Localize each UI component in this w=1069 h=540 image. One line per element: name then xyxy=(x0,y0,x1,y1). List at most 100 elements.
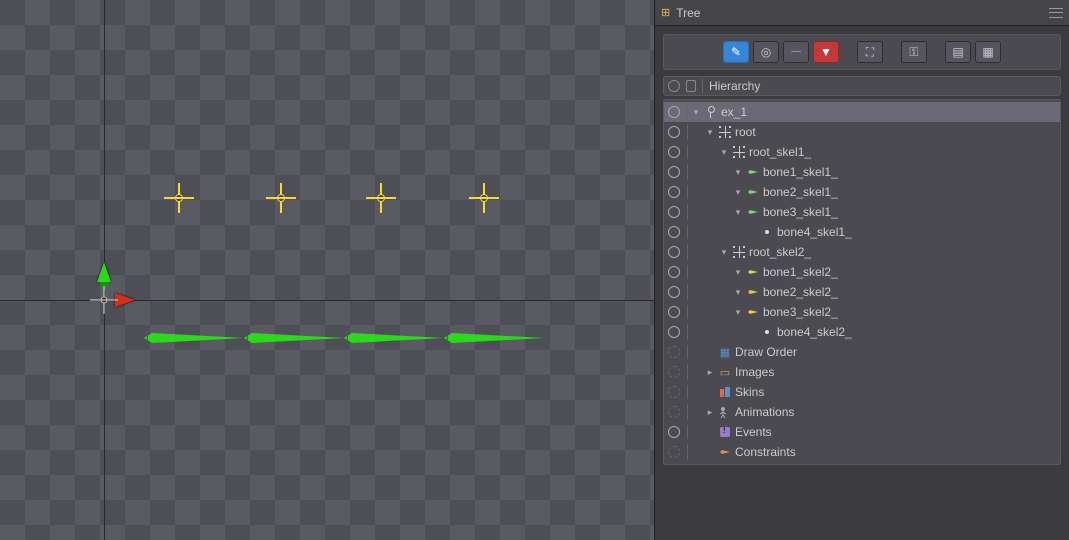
visibility-toggle[interactable] xyxy=(668,426,680,438)
expand-toggle[interactable]: ▾ xyxy=(719,247,729,258)
bone-tip-icon xyxy=(760,225,774,239)
visibility-toggle[interactable] xyxy=(668,146,680,158)
target-icon[interactable]: ◎ xyxy=(753,41,779,63)
axis-horizontal xyxy=(0,300,654,301)
tree-item-label: Draw Order xyxy=(735,345,797,359)
expand-toggle[interactable]: ▸ xyxy=(705,367,715,378)
tree-item[interactable]: ▾ bone2_skel2_ xyxy=(664,282,1060,302)
bone-cross-icon[interactable] xyxy=(164,183,194,213)
visibility-toggle[interactable] xyxy=(668,286,680,298)
bone-tip-icon xyxy=(760,325,774,339)
root-icon xyxy=(718,125,732,139)
tree-item-label: Constraints xyxy=(735,445,796,459)
tree-item-label: root_skel1_ xyxy=(749,145,811,159)
expand-toggle[interactable]: ▸ xyxy=(705,407,715,418)
bone-cross-icon[interactable] xyxy=(366,183,396,213)
expand-toggle[interactable]: ▾ xyxy=(705,127,715,138)
visibility-toggle[interactable] xyxy=(668,266,680,278)
tree-item[interactable]: ▸▭Images xyxy=(664,362,1060,382)
panel-tab-bar: ⊞ Tree xyxy=(655,0,1069,26)
bone-cross-icon[interactable] xyxy=(266,183,296,213)
visibility-toggle[interactable] xyxy=(668,366,680,378)
visibility-toggle[interactable] xyxy=(668,246,680,258)
tree-item-label: bone1_skel1_ xyxy=(763,165,838,179)
expand-toggle[interactable]: ▾ xyxy=(733,287,743,298)
edit-icon[interactable]: ✎ xyxy=(723,41,749,63)
tree-item-label: root xyxy=(735,125,756,139)
expand-toggle[interactable]: ▾ xyxy=(733,307,743,318)
tree-item-label: ex_1 xyxy=(721,105,747,119)
tree-item[interactable]: ▾ root_skel2_ xyxy=(664,242,1060,262)
visibility-toggle[interactable] xyxy=(668,306,680,318)
bone-cross-icon[interactable] xyxy=(469,183,499,213)
tree-item[interactable]: ▾ bone2_skel1_ xyxy=(664,182,1060,202)
tree-panel: ⊞ Tree ✎◎𝄖▼ ⛶ ⚿ ▤▦ Hierarchy ▾ ex_1 ▾ root ▾ roo… xyxy=(654,0,1069,540)
visibility-col-icon[interactable] xyxy=(668,80,680,92)
visibility-toggle[interactable] xyxy=(668,186,680,198)
tree-item[interactable]: ▾ root_skel1_ xyxy=(664,142,1060,162)
tree-item[interactable]: ▾bone3_skel1_ xyxy=(664,202,1060,222)
tree-item-label: Events xyxy=(735,425,772,439)
visibility-toggle[interactable] xyxy=(668,386,680,398)
skins-icon xyxy=(718,385,732,399)
bone-icon xyxy=(746,205,760,219)
visibility-toggle[interactable] xyxy=(668,106,680,118)
bone-icon xyxy=(746,185,760,199)
gizmo-x-icon[interactable] xyxy=(115,293,135,307)
constraints-icon xyxy=(718,445,732,459)
tree-item[interactable]: ▾ ex_1 xyxy=(664,102,1060,122)
visibility-toggle[interactable] xyxy=(668,166,680,178)
tree-item[interactable]: ▾ bone1_skel1_ xyxy=(664,162,1060,182)
tree-item[interactable]: ▸ Animations xyxy=(664,402,1060,422)
panel-title[interactable]: Tree xyxy=(676,6,700,20)
bone-icon xyxy=(746,165,760,179)
tree-item[interactable]: Skins xyxy=(664,382,1060,402)
gizmo-y-base-icon xyxy=(99,282,109,292)
tree-item[interactable]: bone4_skel1_ xyxy=(664,222,1060,242)
filter-icon[interactable]: ▼ xyxy=(813,41,839,63)
expand-toggle[interactable]: ▾ xyxy=(691,107,701,118)
expand-toggle[interactable]: ▾ xyxy=(733,167,743,178)
expand-toggle[interactable]: ▾ xyxy=(733,187,743,198)
expand-toggle[interactable]: ▾ xyxy=(733,267,743,278)
tree-item[interactable]: ▾ root xyxy=(664,122,1060,142)
viewport[interactable] xyxy=(0,0,654,540)
visibility-toggle[interactable] xyxy=(668,406,680,418)
visibility-toggle[interactable] xyxy=(668,226,680,238)
tree-item[interactable]: ▾ bone3_skel2_ xyxy=(664,302,1060,322)
hierarchy-header: Hierarchy xyxy=(663,76,1061,96)
visibility-toggle[interactable] xyxy=(668,326,680,338)
hierarchy-label: Hierarchy xyxy=(709,79,760,93)
bone-icon xyxy=(746,285,760,299)
root-icon xyxy=(732,245,746,259)
events-icon xyxy=(718,425,732,439)
tree-item[interactable]: ▦Draw Order xyxy=(664,342,1060,362)
bone-icon xyxy=(746,265,760,279)
hierarchy-tree: ▾ex_1▾root▾root_skel1_▾bone1_skel1_▾bone… xyxy=(663,99,1061,465)
doc2-icon[interactable]: ▦ xyxy=(975,41,1001,63)
visibility-toggle[interactable] xyxy=(668,346,680,358)
visibility-toggle[interactable] xyxy=(668,206,680,218)
tree-item-label: bone3_skel2_ xyxy=(763,305,838,319)
tree-item[interactable]: Constraints xyxy=(664,442,1060,462)
tree-item-label: Animations xyxy=(735,405,794,419)
link-icon[interactable]: 𝄖 xyxy=(783,41,809,63)
lock-col-icon[interactable] xyxy=(686,80,696,92)
animations-icon xyxy=(718,405,732,419)
key-icon[interactable]: ⚿ xyxy=(901,41,927,63)
tree-item-label: bone2_skel2_ xyxy=(763,285,838,299)
tree-item-label: root_skel2_ xyxy=(749,245,811,259)
tree-item[interactable]: bone4_skel2_ xyxy=(664,322,1060,342)
doc-icon[interactable]: ▤ xyxy=(945,41,971,63)
tree-item[interactable]: ▾bone1_skel2_ xyxy=(664,262,1060,282)
gizmo-y-icon[interactable] xyxy=(97,262,111,282)
visibility-toggle[interactable] xyxy=(668,126,680,138)
focus-icon[interactable]: ⛶ xyxy=(857,41,883,63)
tree-item-label: bone2_skel1_ xyxy=(763,185,838,199)
tree-item-label: bone4_skel1_ xyxy=(777,225,852,239)
expand-toggle[interactable]: ▾ xyxy=(719,147,729,158)
panel-menu-icon[interactable] xyxy=(1049,8,1063,18)
tree-item[interactable]: Events xyxy=(664,422,1060,442)
expand-toggle[interactable]: ▾ xyxy=(733,207,743,218)
visibility-toggle[interactable] xyxy=(668,446,680,458)
